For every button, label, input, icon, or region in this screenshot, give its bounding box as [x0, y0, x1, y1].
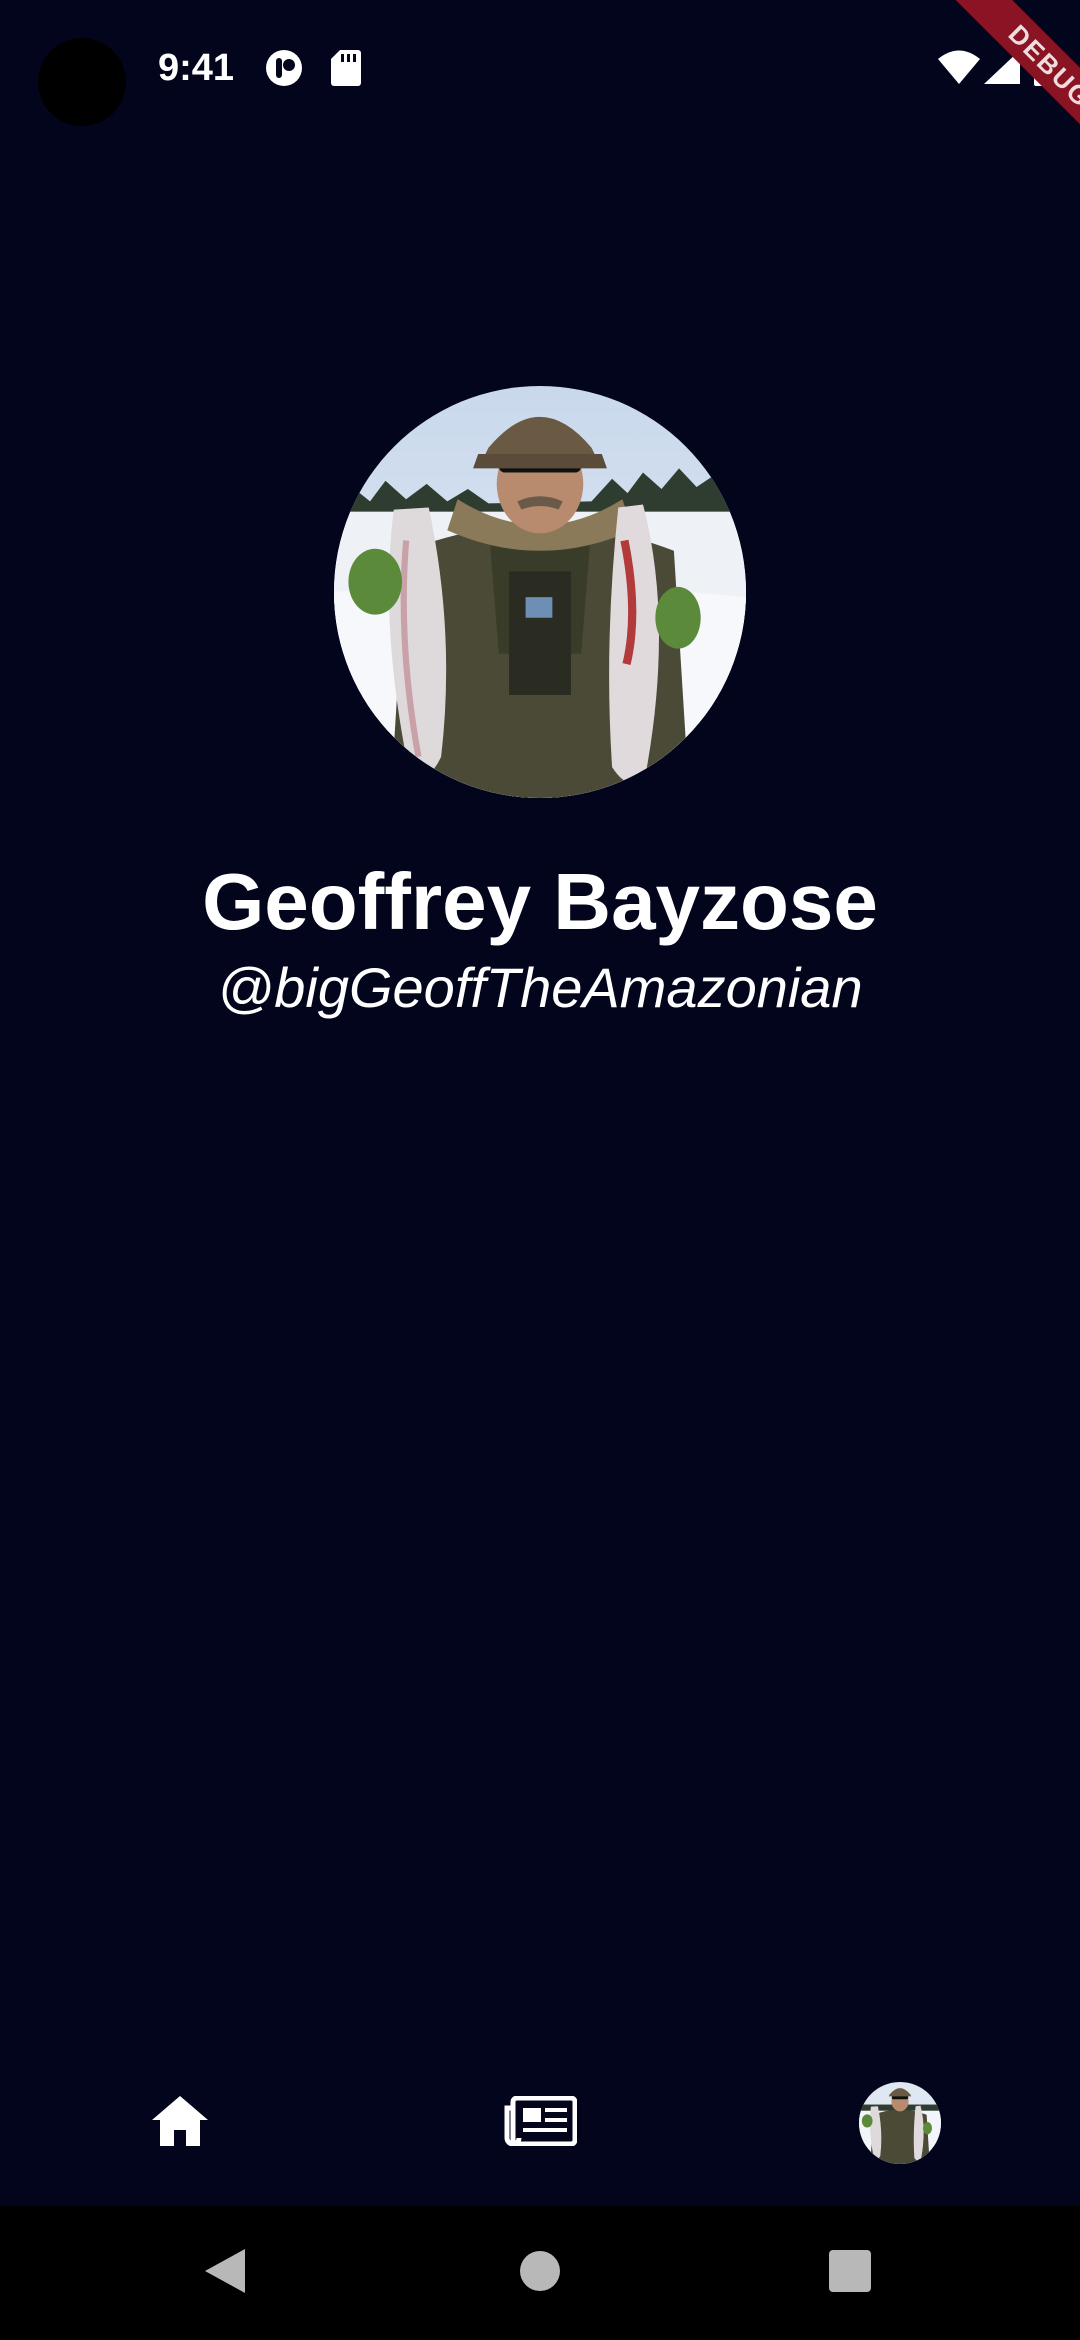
- profile-avatar: [859, 2082, 941, 2164]
- bottom-navigation: [0, 2040, 1080, 2206]
- system-home-button[interactable]: [495, 2206, 585, 2340]
- status-bar: 9:41 DEBUG: [0, 0, 1080, 170]
- system-back-button[interactable]: [180, 2206, 270, 2340]
- status-time: 9:41: [158, 47, 235, 89]
- profile-photo: [334, 386, 746, 798]
- camera-cutout: [38, 38, 126, 126]
- recents-icon: [829, 2249, 871, 2297]
- debug-banner: DEBUG: [910, 0, 1080, 170]
- sd-card-icon: [331, 50, 361, 91]
- profile-handle: @bigGeoffTheAmazonian: [217, 956, 863, 1019]
- nav-item-home[interactable]: [0, 2040, 360, 2206]
- notification-icon: [265, 49, 303, 92]
- nav-item-news[interactable]: [360, 2040, 720, 2206]
- system-recents-button[interactable]: [805, 2206, 895, 2340]
- newspaper-icon: [503, 2095, 578, 2151]
- profile-name: Geoffrey Bayzose: [202, 857, 878, 946]
- debug-label: DEBUG: [943, 0, 1080, 170]
- nav-item-profile[interactable]: [720, 2040, 1080, 2206]
- home-icon: [152, 2095, 208, 2151]
- system-navigation-bar: [0, 2206, 1080, 2340]
- back-icon: [205, 2248, 245, 2298]
- home-circle-icon: [520, 2250, 560, 2296]
